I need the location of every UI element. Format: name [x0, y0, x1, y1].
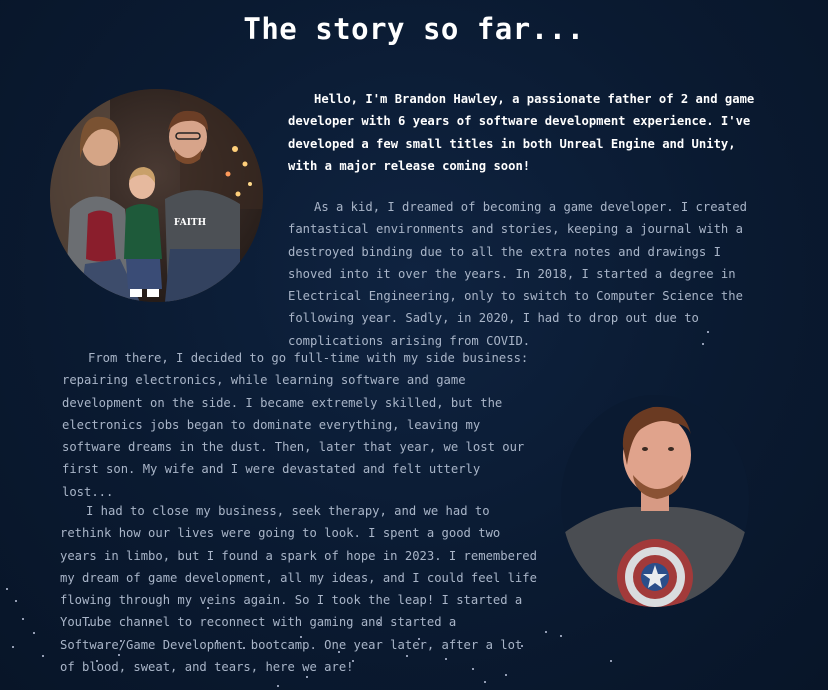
- portrait-photo-image: [561, 406, 749, 607]
- star: [545, 631, 547, 633]
- portrait-photo: [561, 395, 749, 607]
- star: [560, 635, 562, 637]
- star: [22, 618, 24, 620]
- star: [6, 588, 8, 590]
- family-photo-shirt-text: FAITH: [174, 218, 207, 228]
- family-photo-image: FAITH: [50, 89, 263, 302]
- intro-paragraph: Hello, I'm Brandon Hawley, a passionate …: [288, 92, 755, 173]
- star: [42, 655, 44, 657]
- star: [484, 681, 486, 683]
- star: [33, 632, 35, 634]
- family-photo: FAITH: [50, 89, 263, 302]
- star: [12, 646, 14, 648]
- childhood-paragraph: As a kid, I dreamed of becoming a game d…: [288, 200, 747, 348]
- page-title: The story so far...: [243, 12, 585, 46]
- star: [277, 685, 279, 687]
- comeback-paragraph: I had to close my business, seek therapy…: [60, 504, 537, 675]
- star: [610, 660, 612, 662]
- star: [15, 600, 17, 602]
- business-paragraph: From there, I decided to go full-time wi…: [62, 351, 529, 499]
